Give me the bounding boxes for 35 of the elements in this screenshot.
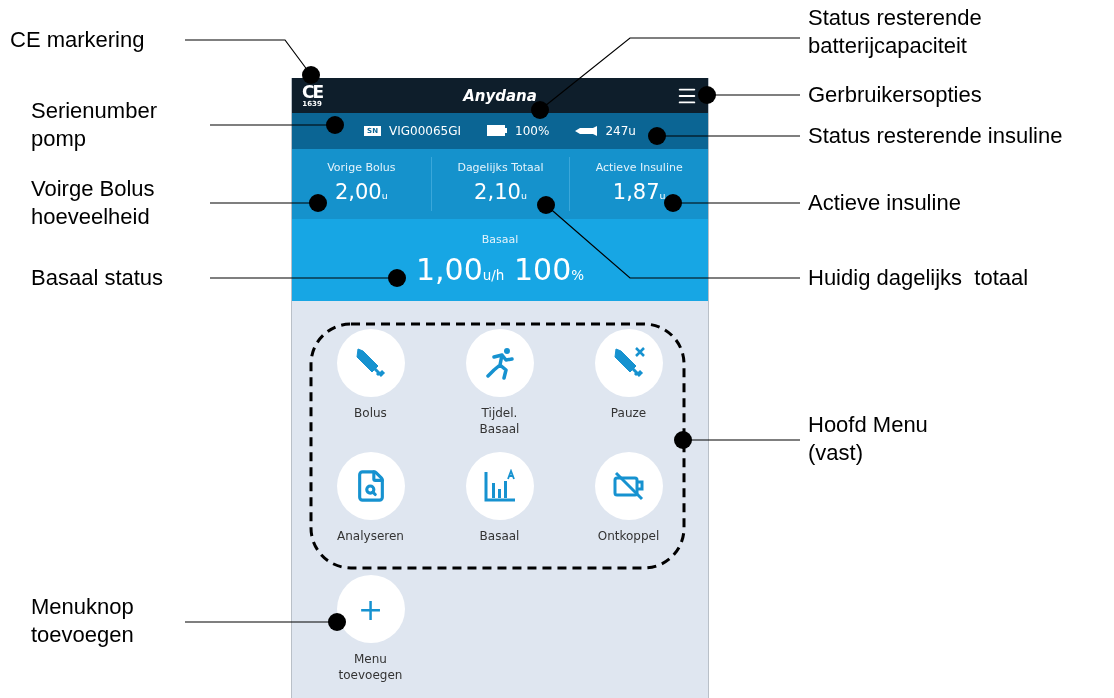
crossed-cartridge-icon bbox=[611, 471, 646, 501]
insulin-remaining: 247u bbox=[605, 123, 636, 138]
menu-label: Ontkoppel bbox=[597, 528, 660, 544]
menu-label: Menu toevoegen bbox=[338, 651, 403, 683]
annotation-label: Status resterende batterijcapaciteit bbox=[808, 4, 982, 60]
syringe-icon bbox=[611, 346, 646, 380]
annotation-label: Menuknop toevoegen bbox=[31, 593, 134, 649]
menu-label: Pauze bbox=[610, 405, 647, 421]
serial-number: VIG00065GI bbox=[389, 123, 462, 138]
annotation-label: Serienumber pomp bbox=[31, 97, 157, 153]
menu-label: Basaal bbox=[479, 528, 520, 544]
menu-label: Analyseren bbox=[337, 528, 404, 544]
annotation-label: Basaal status bbox=[31, 264, 164, 292]
stat-label: Vorige Bolus bbox=[327, 160, 396, 174]
annotation-label: Status resterende insuline bbox=[808, 122, 1063, 150]
cartridge-icon bbox=[575, 125, 598, 136]
bar-chart-icon bbox=[482, 469, 517, 503]
ce-mark: CE bbox=[302, 83, 323, 101]
annotation-label: CE markering bbox=[10, 26, 145, 54]
annotation-label: Actieve insuline bbox=[808, 189, 961, 217]
stat-label: Dagelijks Totaal bbox=[457, 160, 544, 174]
battery-level: 100% bbox=[515, 123, 550, 138]
annotation-label: Hoofd Menu (vast) bbox=[808, 411, 928, 467]
battery-icon bbox=[487, 125, 508, 137]
stat-label: Actieve Insuline bbox=[595, 160, 683, 174]
add-menu-button[interactable]: + bbox=[336, 575, 405, 643]
annotation-label: Huidig dagelijks totaal bbox=[808, 264, 1029, 292]
app-logo: Anydana bbox=[463, 86, 537, 105]
basal-label: Basaal bbox=[481, 233, 519, 246]
syringe-icon bbox=[353, 346, 388, 380]
annotation-label: Voirge Bolus hoeveelheid bbox=[31, 175, 155, 231]
menu-label: Tijdel. Basaal bbox=[479, 405, 520, 437]
annotation-label: Gerbruikersopties bbox=[808, 81, 982, 109]
menu-label: Bolus bbox=[354, 405, 387, 421]
running-person-icon bbox=[483, 346, 516, 380]
